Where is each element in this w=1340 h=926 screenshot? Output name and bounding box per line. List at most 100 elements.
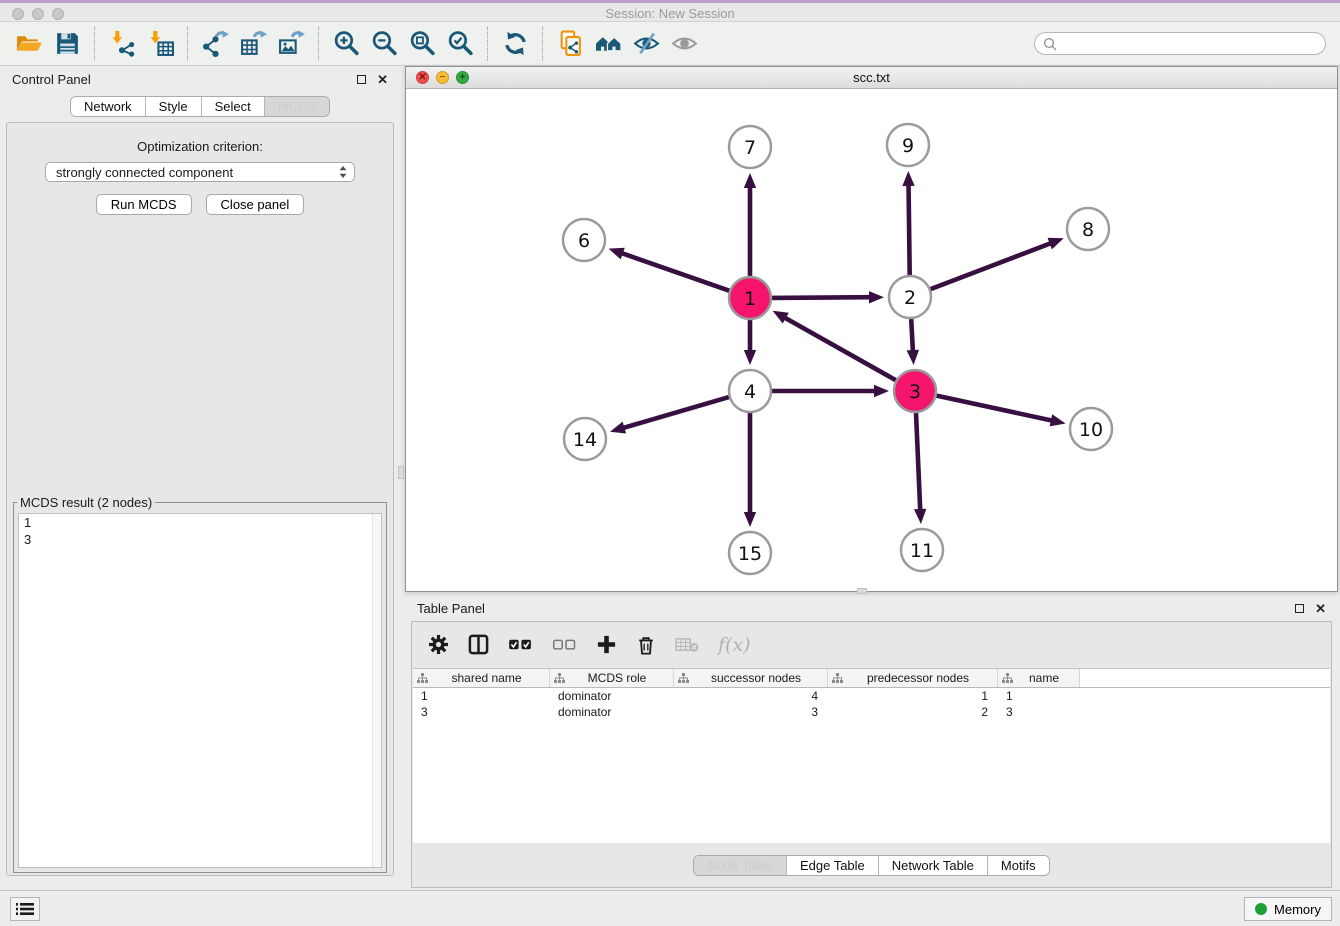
graph-node-4[interactable]: 4 <box>729 370 771 412</box>
column-header-predecessor-nodes[interactable]: predecessor nodes <box>828 669 998 687</box>
graph-edge-3-1[interactable] <box>773 311 896 380</box>
tab-network[interactable]: Network <box>71 97 145 116</box>
select-all-rows-icon <box>508 636 533 653</box>
graph-node-1[interactable]: 1 <box>729 277 771 319</box>
graph-node-14[interactable]: 14 <box>564 418 606 460</box>
graph-edge-1-4[interactable] <box>744 320 756 365</box>
window-title: Session: New Session <box>0 6 1340 21</box>
tab-style[interactable]: Style <box>145 97 201 116</box>
duplicate-network-button[interactable] <box>551 26 589 62</box>
split-panel-button[interactable] <box>468 634 489 655</box>
toolbar-separator <box>187 27 188 61</box>
table-tab-edge-table[interactable]: Edge Table <box>786 856 878 875</box>
table-tab-node-table[interactable]: Node Table <box>694 856 786 875</box>
open-file-icon <box>16 30 43 57</box>
table-panel-float-icon[interactable] <box>1295 604 1304 613</box>
graph-node-15[interactable]: 15 <box>729 532 771 574</box>
table-row[interactable]: 1dominator411 <box>413 688 1330 704</box>
select-chevrons-icon <box>338 164 348 180</box>
network-canvas[interactable]: 7 9 6 8 1 2 4 3 14 10 15 11 <box>406 89 1337 591</box>
tab-select[interactable]: Select <box>201 97 264 116</box>
network-maximize-icon[interactable]: + <box>456 71 469 84</box>
memory-button[interactable]: Memory <box>1244 897 1332 921</box>
search-box <box>1034 32 1326 55</box>
network-window-titlebar: ✕ − + scc.txt <box>406 67 1337 89</box>
save-session-button[interactable] <box>48 26 86 62</box>
tab-mcds[interactable]: MCDS <box>264 97 329 116</box>
import-table-button[interactable] <box>141 26 179 62</box>
deselect-all-rows-button[interactable] <box>552 636 577 653</box>
column-header-shared-name[interactable]: shared name <box>413 669 550 687</box>
hide-graphics-details-button[interactable] <box>627 26 665 62</box>
mcds-result-group: MCDS result (2 nodes) 1 3 <box>13 495 387 873</box>
run-mcds-button[interactable]: Run MCDS <box>96 194 192 215</box>
graph-node-11[interactable]: 11 <box>901 529 943 571</box>
hide-graphics-details-icon <box>633 30 660 57</box>
column-sort-icon <box>417 673 428 684</box>
show-graphics-details-button <box>665 26 703 62</box>
close-panel-button[interactable]: Close panel <box>206 194 305 215</box>
table-cell: dominator <box>550 689 674 703</box>
graph-node-8[interactable]: 8 <box>1067 208 1109 250</box>
column-header-successor-nodes[interactable]: successor nodes <box>674 669 828 687</box>
column-header-name[interactable]: name <box>998 669 1080 687</box>
table-panel-close-icon[interactable]: ✕ <box>1315 602 1326 615</box>
zoom-selected-button[interactable] <box>441 26 479 62</box>
first-neighbors-icon <box>595 30 622 57</box>
main-toolbar <box>0 22 1340 66</box>
table-tabs: Node TableEdge TableNetwork TableMotifs <box>693 855 1049 876</box>
graph-node-3[interactable]: 3 <box>894 370 936 412</box>
zoom-in-button[interactable] <box>327 26 365 62</box>
export-image-button[interactable] <box>272 26 310 62</box>
table-tab-motifs[interactable]: Motifs <box>987 856 1049 875</box>
mcds-result-title: MCDS result (2 nodes) <box>17 495 155 510</box>
zoom-out-button[interactable] <box>365 26 403 62</box>
graph-node-6[interactable]: 6 <box>563 219 605 261</box>
export-table-button[interactable] <box>234 26 272 62</box>
svg-text:1: 1 <box>744 288 756 310</box>
table-settings-button[interactable] <box>428 634 449 655</box>
graph-node-10[interactable]: 10 <box>1070 408 1112 450</box>
graph-node-9[interactable]: 9 <box>887 124 929 166</box>
network-close-icon[interactable]: ✕ <box>416 71 429 84</box>
graph-edge-3-11[interactable] <box>914 413 926 524</box>
table-tab-network-table[interactable]: Network Table <box>878 856 987 875</box>
table-cell: 1 <box>828 689 998 703</box>
graph-edge-2-3[interactable] <box>907 319 919 365</box>
show-panels-button[interactable] <box>10 897 40 921</box>
first-neighbors-button[interactable] <box>589 26 627 62</box>
graph-node-7[interactable]: 7 <box>729 126 771 168</box>
table-header-row: shared nameMCDS rolesuccessor nodes prede… <box>413 669 1330 688</box>
graph-edge-3-10[interactable] <box>937 396 1066 427</box>
import-network-button[interactable] <box>103 26 141 62</box>
search-input[interactable] <box>1057 36 1325 51</box>
panel-splitter-grip[interactable] <box>398 466 404 479</box>
open-file-button[interactable] <box>10 26 48 62</box>
graph-node-2[interactable]: 2 <box>889 276 931 318</box>
graph-edge-2-8[interactable] <box>931 238 1064 289</box>
table-row[interactable]: 3dominator323 <box>413 704 1330 720</box>
refresh-layout-button[interactable] <box>496 26 534 62</box>
graph-edge-4-3[interactable] <box>772 385 889 397</box>
add-column-button[interactable] <box>596 634 617 655</box>
table-cell: 3 <box>998 705 1080 719</box>
graph-edge-2-9[interactable] <box>902 171 914 275</box>
graph-edge-1-6[interactable] <box>609 248 730 291</box>
delete-columns-button[interactable] <box>636 635 656 655</box>
mcds-result-scrollbar[interactable] <box>372 514 381 867</box>
control-panel-float-icon[interactable] <box>357 75 366 84</box>
graph-edge-4-15[interactable] <box>744 413 756 527</box>
zoom-fit-button[interactable] <box>403 26 441 62</box>
graph-edge-1-7[interactable] <box>744 173 756 276</box>
control-panel-close-icon[interactable]: ✕ <box>377 73 388 86</box>
table-panel-box: f(x) shared nameMCDS rolesuccessor nodes… <box>411 621 1332 888</box>
window-resize-grip[interactable] <box>857 588 867 594</box>
graph-edge-1-2[interactable] <box>772 291 884 303</box>
network-minimize-icon[interactable]: − <box>436 71 449 84</box>
select-all-rows-button[interactable] <box>508 636 533 653</box>
column-label: predecessor nodes <box>843 671 993 685</box>
graph-edge-4-14[interactable] <box>610 397 729 433</box>
column-header-mcds-role[interactable]: MCDS role <box>550 669 674 687</box>
criterion-select[interactable]: strongly connected component <box>45 162 355 182</box>
export-network-button[interactable] <box>196 26 234 62</box>
